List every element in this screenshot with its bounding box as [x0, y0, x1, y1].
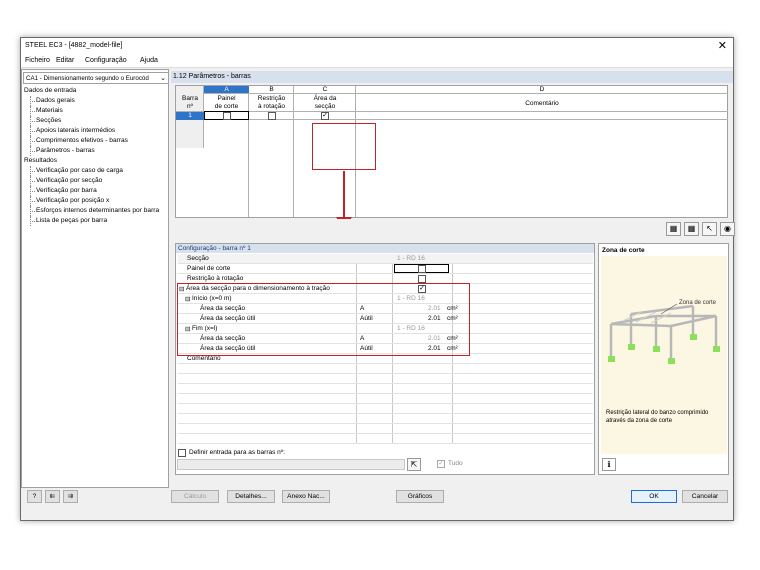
highlight-box: [312, 123, 376, 170]
all-checkbox[interactable]: ✓: [437, 460, 445, 468]
panel-title: 1.12 Parâmetros - barras: [173, 73, 251, 80]
value: 1 - RD 16: [397, 255, 425, 262]
header-member: Barra nº: [182, 95, 198, 110]
empty-row: [178, 374, 593, 384]
config-panel: Configuração - barra nº 1 Secção 1 - RD 1…: [175, 243, 595, 475]
menu-ficheiro[interactable]: Ficheiro: [25, 57, 50, 64]
nav-item[interactable]: Verificação por caso de carga: [24, 166, 168, 176]
parameters-grid[interactable]: A B C D Barra nº Painel de corte Restriç…: [175, 85, 728, 218]
info-panel: Zona de corte Zona de corte Restrição la…: [598, 243, 729, 475]
highlight-box: [177, 283, 470, 356]
empty-row: [178, 384, 593, 394]
checkbox-shear-panel[interactable]: [418, 265, 426, 273]
nav-item-selected[interactable]: Parâmetros - barras: [24, 146, 168, 156]
all-label: Tudo: [448, 460, 463, 467]
case-select-value: CA1 - Dimensionamento segundo o Eurocód: [26, 75, 149, 82]
title-bar: STEEL EC3 - [4882_model-file] ✕: [21, 38, 733, 54]
nav-group-results[interactable]: Resultados: [24, 156, 168, 166]
calc-button[interactable]: Cálculo: [171, 490, 219, 503]
checkbox-rotation[interactable]: [268, 112, 276, 120]
empty-row: [178, 404, 593, 414]
label: Comentário: [187, 355, 221, 362]
divider: [204, 93, 728, 94]
ok-button[interactable]: OK: [631, 490, 677, 503]
menu-bar: Ficheiro Editar Configuração Ajuda: [21, 54, 733, 68]
select-icon[interactable]: ↖: [702, 222, 717, 236]
checkbox-shear-panel[interactable]: [223, 112, 231, 120]
nav-item[interactable]: Verificação por barra: [24, 186, 168, 196]
shear-zone-label: Zona de corte: [679, 300, 717, 306]
header-shear-panel: Painel de corte: [214, 95, 239, 110]
cancel-button[interactable]: Cancelar: [682, 490, 728, 503]
nav-item[interactable]: Esforços internos determinantes por barr…: [24, 206, 168, 216]
pick-members-icon[interactable]: ⇱: [407, 458, 421, 471]
nav-item[interactable]: Verificação por secção: [24, 176, 168, 186]
header-area: Área da secção: [313, 95, 337, 110]
label: Painel de corte: [187, 265, 231, 272]
checkbox-rotation[interactable]: [418, 275, 426, 283]
empty-row: [178, 414, 593, 424]
define-members-label: Definir entrada para as barras nº:: [189, 449, 285, 456]
menu-editar[interactable]: Editar: [56, 57, 74, 64]
grid-toolbar: ▦ ▦ ↖ ◉: [175, 219, 735, 239]
case-select[interactable]: CA1 - Dimensionamento segundo o Eurocód ⌄: [23, 72, 169, 84]
graphics-button[interactable]: Gráficos: [396, 490, 444, 503]
close-icon[interactable]: ✕: [718, 39, 727, 52]
panel-header: 1.12 Parâmetros - barras: [171, 71, 733, 83]
config-title: Configuração - barra nº 1: [178, 245, 251, 252]
nav-item[interactable]: Materiais: [24, 106, 168, 116]
define-members-checkbox[interactable]: [178, 449, 186, 457]
info-icon[interactable]: ℹ: [602, 458, 616, 471]
nav-item[interactable]: Secções: [24, 116, 168, 126]
national-annex-button[interactable]: Anexo Nac...: [282, 490, 330, 503]
empty-row: [178, 394, 593, 404]
header-comment: Comentário: [525, 100, 559, 107]
empty-row: [178, 364, 593, 374]
window-title: STEEL EC3 - [4882_model-file]: [25, 42, 123, 49]
frame-drawing: Zona de corte: [608, 300, 720, 364]
help-icon[interactable]: ?: [27, 490, 42, 503]
view-icon[interactable]: ◉: [720, 222, 735, 236]
label: Restrição à rotação: [187, 275, 244, 282]
member-number: 1: [176, 112, 204, 120]
nav-item[interactable]: Comprimentos efetivos - barras: [24, 136, 168, 146]
info-caption: Restrição lateral do banzo comprimido at…: [606, 410, 709, 424]
import-icon[interactable]: ▦: [684, 222, 699, 236]
table-row[interactable]: 1 ✓: [176, 111, 728, 120]
nav-item[interactable]: Verificação por posição x: [24, 196, 168, 206]
nav-item[interactable]: Apoios laterais intermédios: [24, 126, 168, 136]
chevron-down-icon: ⌄: [160, 75, 166, 82]
export-icon[interactable]: ▦: [666, 222, 681, 236]
header-rotation: Restrição à rotação: [257, 95, 286, 110]
menu-configuracao[interactable]: Configuração: [85, 57, 127, 64]
navigator-panel: CA1 - Dimensionamento segundo o Eurocód ⌄…: [21, 69, 169, 488]
empty-row: [178, 434, 593, 444]
row-shear-panel[interactable]: Painel de corte: [178, 264, 593, 274]
main-panel: 1.12 Parâmetros - barras A B C D Barra n…: [171, 69, 735, 488]
next-table-icon[interactable]: ⇉: [63, 490, 78, 503]
info-title: Zona de corte: [602, 247, 645, 254]
config-header: Configuração - barra nº 1: [176, 244, 594, 253]
shear-zone-illustration: Zona de corte Restrição lateral do banzo…: [601, 256, 727, 454]
app-window: STEEL EC3 - [4882_model-file] ✕ Ficheiro…: [20, 37, 735, 521]
nav-item[interactable]: Lista de peças por barra: [24, 216, 168, 226]
checkbox-area[interactable]: ✓: [321, 112, 329, 120]
details-button[interactable]: Detalhes...: [227, 490, 275, 503]
label: Secção: [187, 255, 209, 262]
nav-group-input[interactable]: Dados de entrada: [24, 86, 168, 96]
menu-ajuda[interactable]: Ajuda: [140, 57, 158, 64]
members-input[interactable]: [177, 459, 405, 470]
nav-item[interactable]: Dados gerais: [24, 96, 168, 106]
empty-row: [178, 424, 593, 434]
row-section[interactable]: Secção 1 - RD 16: [178, 254, 593, 264]
previous-table-icon[interactable]: ⇇: [45, 490, 60, 503]
nav-tree: Dados de entrada Dados gerais Materiais …: [24, 86, 168, 226]
